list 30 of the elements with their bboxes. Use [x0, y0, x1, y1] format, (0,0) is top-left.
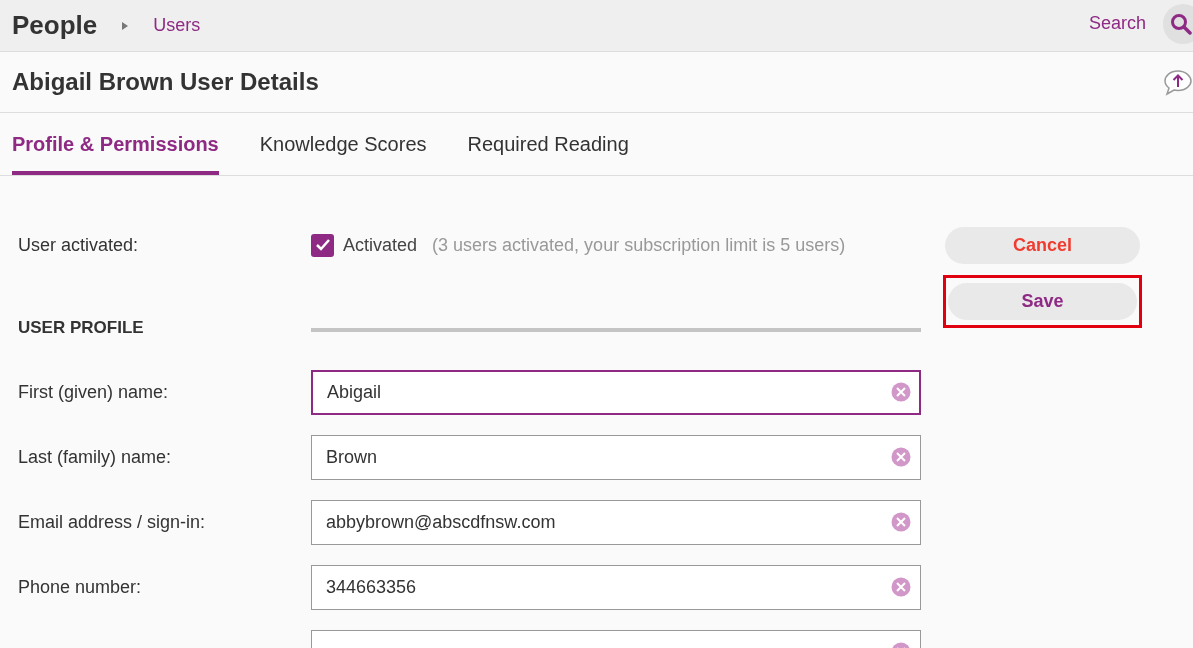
- text-field[interactable]: Abigail: [311, 370, 921, 415]
- clear-icon[interactable]: [891, 512, 911, 532]
- field-label: First (given) name:: [18, 381, 170, 404]
- checkbox[interactable]: [311, 233, 334, 257]
- save-button[interactable]: Save: [948, 283, 1137, 320]
- text-field[interactable]: abbybrown@abscdfnsw.com: [311, 500, 921, 545]
- activation-note: (3 users activated, your subscription limit is 5 users): [432, 233, 846, 257]
- checkbox-label[interactable]: Activated: [343, 231, 418, 259]
- field-label: Phone number:: [18, 576, 143, 599]
- upload-bubble-icon[interactable]: [1163, 69, 1193, 97]
- field-label: Last (family) name:: [18, 446, 173, 469]
- page-heading: People: [12, 9, 98, 42]
- field-label: User activated:: [18, 233, 140, 257]
- breadcrumb-link[interactable]: Users: [153, 12, 201, 39]
- clear-icon[interactable]: [891, 447, 911, 467]
- clear-icon[interactable]: [891, 577, 911, 597]
- search-link[interactable]: Search: [1089, 10, 1147, 37]
- check-icon: [314, 238, 331, 252]
- search-icon: [1170, 13, 1192, 35]
- text-field[interactable]: 344663356: [311, 565, 921, 610]
- page-title: Abigail Brown User Details: [12, 67, 319, 97]
- tab[interactable]: Profile & Permissions: [12, 129, 219, 175]
- clear-icon[interactable]: [891, 382, 911, 402]
- caret-icon: [121, 20, 130, 31]
- tab[interactable]: Required Reading: [467, 129, 629, 175]
- tab[interactable]: Knowledge Scores: [259, 129, 427, 175]
- section-heading: USER PROFILE: [18, 317, 145, 340]
- field-label: Email address / sign-in:: [18, 511, 207, 534]
- search-button[interactable]: [1163, 4, 1193, 44]
- text-field[interactable]: Brown: [311, 435, 921, 480]
